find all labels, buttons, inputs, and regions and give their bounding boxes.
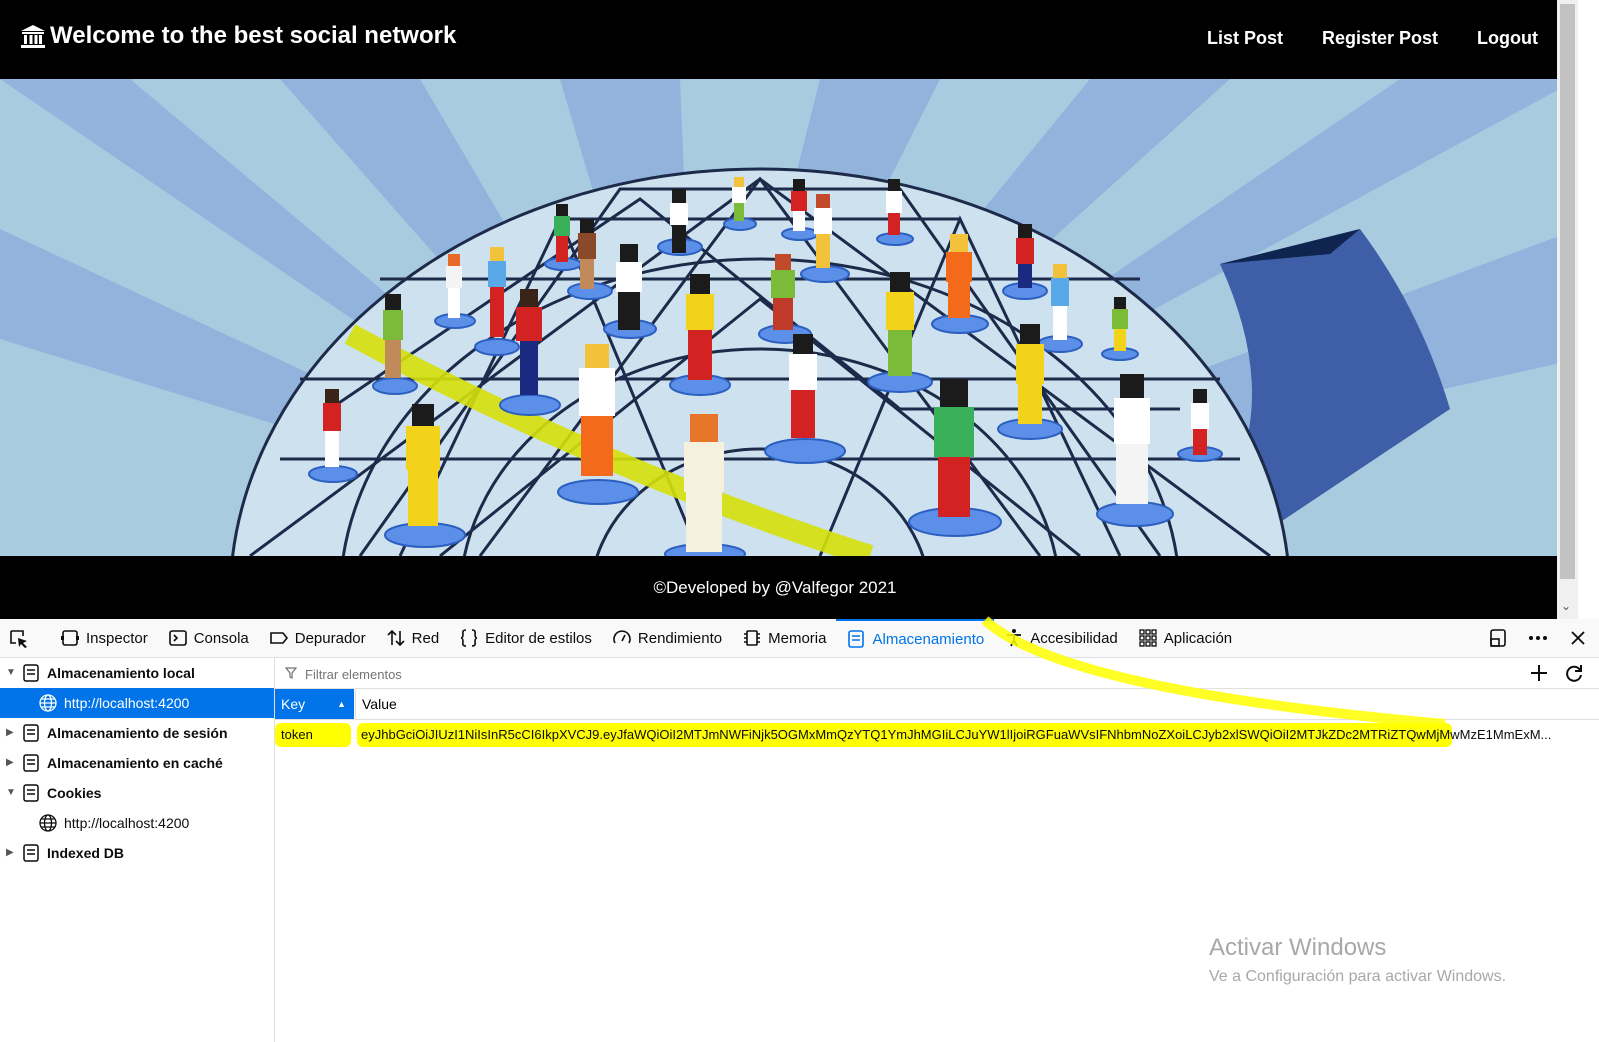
storage-icon — [23, 724, 39, 742]
social-network-globe-illustration — [0, 79, 1578, 556]
tree-cookies[interactable]: ▼ Cookies — [0, 778, 274, 808]
column-header-value[interactable]: Value — [355, 689, 1599, 719]
storage-tree: ▼ Almacenamiento local http://localhost:… — [0, 658, 275, 1042]
tab-label: Memoria — [768, 629, 827, 647]
page-scrollbar[interactable]: ⌄ — [1557, 0, 1578, 619]
devtools-toolbar: Inspector Consola Depurador Red Editor d… — [0, 619, 1599, 658]
watermark-subtitle: Ve a Configuración para activar Windows. — [1209, 968, 1507, 985]
filter-bar — [275, 658, 1599, 689]
watermark-title: Activar Windows — [1209, 934, 1387, 961]
tab-label: Editor de estilos — [485, 629, 592, 647]
tab-red[interactable]: Red — [376, 619, 450, 657]
accessibility-icon — [1007, 629, 1022, 647]
element-picker-icon[interactable] — [8, 628, 30, 650]
filter-input[interactable] — [285, 662, 1487, 686]
tab-aplicacion[interactable]: Aplicación — [1128, 619, 1242, 657]
tree-label: Cookies — [47, 785, 102, 801]
row-value: eyJhbGciOiJIUzI1NiIsInR5cCI6IkpXVCJ9.eyJ… — [361, 727, 1552, 742]
nav-links: List Post Register Post Logout — [1207, 28, 1538, 49]
sort-ascending-icon: ▲ — [337, 699, 346, 709]
tree-label: http://localhost:4200 — [64, 815, 190, 831]
collapsed-triangle-icon[interactable]: ▶ — [6, 748, 14, 778]
tab-label: Consola — [193, 629, 249, 647]
storage-icon — [23, 664, 39, 682]
tab-editor-estilos[interactable]: Editor de estilos — [449, 619, 602, 657]
tab-almacenamiento[interactable]: Almacenamiento — [836, 619, 995, 657]
scroll-down-icon[interactable]: ⌄ — [1561, 599, 1571, 613]
tab-label: Red — [411, 629, 440, 647]
tree-local-storage-host[interactable]: http://localhost:4200 — [0, 688, 274, 718]
more-options-icon[interactable] — [1527, 627, 1549, 649]
tab-consola[interactable]: Consola — [158, 619, 259, 657]
console-icon — [168, 630, 187, 646]
tab-rendimiento[interactable]: Rendimiento — [602, 619, 732, 657]
style-editor-icon — [461, 629, 478, 647]
tab-inspector[interactable]: Inspector — [50, 619, 158, 657]
bank-icon — [21, 25, 45, 48]
tree-label: Almacenamiento en caché — [47, 755, 223, 771]
windows-activation-watermark: Activar Windows Ve a Configuración para … — [1209, 934, 1506, 986]
table-header: Key ▲ Value — [275, 689, 1599, 720]
column-label: Value — [362, 696, 397, 712]
tree-label: Indexed DB — [47, 845, 125, 861]
close-icon[interactable] — [1567, 627, 1589, 649]
storage-icon — [23, 784, 39, 802]
tab-label: Accesibilidad — [1030, 629, 1118, 647]
tab-memoria[interactable]: Memoria — [732, 619, 836, 657]
tab-accesibilidad[interactable]: Accesibilidad — [994, 619, 1128, 657]
debugger-icon — [269, 632, 288, 644]
row-key: token — [281, 727, 313, 742]
network-icon — [387, 629, 405, 647]
inspector-icon — [61, 630, 79, 646]
dock-toggle-icon[interactable] — [1487, 627, 1509, 649]
nav-register-post[interactable]: Register Post — [1322, 28, 1438, 49]
nav-list-post[interactable]: List Post — [1207, 28, 1283, 49]
application-icon — [1139, 629, 1157, 647]
storage-icon — [23, 754, 39, 772]
brand[interactable]: Welcome to the best social network — [20, 22, 456, 50]
tree-cache-storage[interactable]: ▶ Almacenamiento en caché — [0, 748, 274, 778]
storage-icon — [23, 844, 39, 862]
page-footer: ©Developed by @Valfegor 2021 — [0, 556, 1578, 619]
tree-session-storage[interactable]: ▶ Almacenamiento de sesión — [0, 718, 274, 748]
storage-icon — [848, 630, 865, 648]
tab-depurador[interactable]: Depurador — [259, 619, 376, 657]
column-label: Key — [281, 696, 306, 712]
tab-label: Inspector — [86, 629, 148, 647]
scrollbar-thumb[interactable] — [1560, 4, 1575, 579]
nav-logout[interactable]: Logout — [1477, 28, 1538, 49]
hero-banner — [0, 79, 1578, 556]
tab-label: Rendimiento — [637, 629, 723, 647]
globe-icon — [39, 814, 57, 832]
expanded-triangle-icon[interactable]: ▼ — [6, 658, 16, 688]
web-page: Welcome to the best social network List … — [0, 0, 1578, 619]
tab-label: Almacenamiento — [872, 630, 985, 648]
tree-indexed-db[interactable]: ▶ Indexed DB — [0, 838, 274, 868]
tree-label: Almacenamiento local — [47, 665, 195, 681]
collapsed-triangle-icon[interactable]: ▶ — [6, 718, 14, 748]
table-row[interactable]: token eyJhbGciOiJIUzI1NiIsInR5cCI6IkpXVC… — [275, 720, 1599, 750]
devtools-controls — [1487, 627, 1589, 649]
column-header-key[interactable]: Key ▲ — [275, 689, 354, 719]
performance-icon — [613, 630, 631, 644]
tree-cookies-host[interactable]: http://localhost:4200 — [0, 808, 274, 838]
memory-icon — [744, 630, 761, 646]
globe-icon — [39, 694, 57, 712]
tab-label: Aplicación — [1163, 629, 1233, 647]
tree-local-storage[interactable]: ▼ Almacenamiento local — [0, 658, 274, 688]
devtools-tabs: Inspector Consola Depurador Red Editor d… — [50, 619, 1242, 657]
brand-title: Welcome to the best social network — [50, 22, 457, 49]
footer-credit: ©Developed by @Valfegor 2021 — [653, 578, 897, 597]
collapsed-triangle-icon[interactable]: ▶ — [6, 838, 14, 868]
tree-label: http://localhost:4200 — [64, 695, 190, 711]
refresh-icon[interactable] — [1563, 662, 1585, 684]
tree-label: Almacenamiento de sesión — [47, 725, 228, 741]
expanded-triangle-icon[interactable]: ▼ — [6, 778, 16, 808]
navbar: Welcome to the best social network List … — [0, 0, 1578, 79]
tab-label: Depurador — [294, 629, 366, 647]
add-item-icon[interactable] — [1528, 662, 1550, 684]
